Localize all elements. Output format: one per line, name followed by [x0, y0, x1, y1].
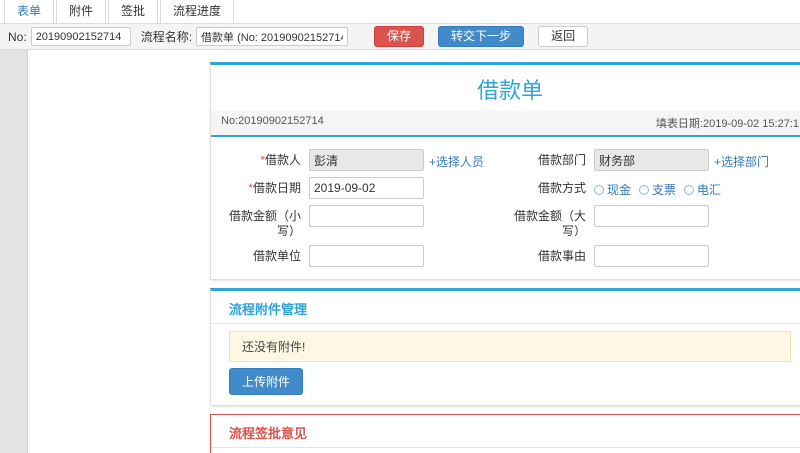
process-name-input[interactable]: [196, 27, 349, 46]
loan-date-label: *借款日期: [225, 177, 301, 196]
tab-progress[interactable]: 流程进度: [160, 0, 235, 23]
field-borrower: *借款人 +选择人员: [225, 149, 510, 171]
divider: [211, 323, 800, 324]
form-row: *借款人 +选择人员 借款部门 +选择部门: [225, 149, 795, 171]
loan-reason-label: 借款事由: [537, 249, 586, 263]
divider: [211, 447, 800, 448]
field-amount-lower: 借款金额（小写）: [225, 205, 510, 239]
field-loan-reason: 借款事由: [510, 245, 795, 267]
radio-label: 现金: [607, 183, 632, 197]
no-label: No:: [8, 29, 27, 44]
loan-method-label: 借款方式: [537, 181, 586, 195]
tab-attachments[interactable]: 附件: [56, 0, 107, 23]
loan-unit-input[interactable]: [309, 245, 424, 267]
approval-section-title: 流程签批意见: [229, 426, 308, 441]
loan-unit-label: 借款单位: [252, 249, 301, 263]
department-input[interactable]: [594, 149, 709, 171]
field-department: 借款部门 +选择部门: [510, 149, 795, 171]
upload-attachment-button[interactable]: 上传附件: [229, 368, 304, 395]
field-label: 借款人: [264, 153, 301, 167]
form-number: No:20190902152714: [221, 115, 324, 127]
page-title: 借款单: [476, 78, 543, 103]
no-input[interactable]: [30, 27, 131, 46]
radio-icon: [684, 184, 695, 195]
process-name-label: 流程名称:: [140, 30, 193, 44]
loan-reason-input[interactable]: [594, 245, 709, 267]
back-button[interactable]: 返回: [538, 25, 589, 48]
action-toolbar: No: 流程名称: 保存 转交下一步 返回: [0, 24, 800, 50]
radio-label: 支票: [652, 183, 677, 197]
main-column: 借款单 No:20190902152714 填表日期:2019-09-02 15…: [210, 62, 800, 453]
tab-approval[interactable]: 签批: [108, 0, 159, 23]
form-row: 借款单位 借款事由: [225, 245, 795, 267]
attachment-section-title: 流程附件管理: [229, 302, 308, 317]
borrower-label: *借款人: [225, 149, 301, 168]
field-loan-unit: 借款单位: [225, 245, 510, 267]
radio-wire[interactable]: 电汇: [684, 181, 721, 198]
content-area: 借款单 No:20190902152714 填表日期:2019-09-02 15…: [0, 50, 800, 453]
radio-icon: [639, 184, 650, 195]
radio-cheque[interactable]: 支票: [639, 181, 676, 198]
radio-icon: [594, 184, 604, 195]
select-department-link[interactable]: +选择部门: [714, 149, 769, 170]
field-label: 借款日期: [252, 181, 301, 195]
tab-bar: 表单 附件 签批 流程进度: [0, 0, 800, 24]
field-amount-upper: 借款金额（大写）: [510, 205, 795, 239]
page: 表单 附件 签批 流程进度 No: 流程名称: 保存 转交下一步 返回 借款单 …: [0, 0, 800, 453]
radio-label: 电汇: [697, 183, 722, 197]
loan-date-input[interactable]: [309, 177, 424, 199]
amount-lower-label: 借款金额（小写）: [228, 209, 301, 238]
select-person-link[interactable]: +选择人员: [429, 149, 484, 170]
amount-upper-input[interactable]: [594, 205, 709, 227]
radio-cash[interactable]: 现金: [594, 181, 631, 198]
left-sidebar-strip: [0, 50, 28, 453]
loan-form-panel: 借款单 No:20190902152714 填表日期:2019-09-02 15…: [210, 62, 800, 280]
form-row: *借款日期 借款方式 现金 支票 电汇: [225, 177, 795, 199]
form-row: 借款金额（小写） 借款金额（大写）: [225, 205, 795, 239]
form-subheader: No:20190902152714 填表日期:2019-09-02 15:27:…: [211, 111, 800, 135]
form-grid: *借款人 +选择人员 借款部门 +选择部门 *借款日期: [211, 137, 800, 279]
save-button[interactable]: 保存: [374, 25, 425, 48]
tab-form[interactable]: 表单: [4, 0, 55, 23]
borrower-input[interactable]: [309, 149, 424, 171]
field-loan-method: 借款方式 现金 支票 电汇: [510, 177, 795, 199]
amount-upper-label: 借款金额（大写）: [513, 209, 586, 238]
field-loan-date: *借款日期: [225, 177, 510, 199]
form-fill-date: 填表日期:2019-09-02 15:27:1: [655, 118, 799, 130]
no-attachments-notice: 还没有附件!: [229, 331, 791, 362]
department-label: 借款部门: [537, 153, 586, 167]
amount-lower-input[interactable]: [309, 205, 424, 227]
attachment-panel: 流程附件管理 还没有附件! 上传附件: [210, 288, 800, 406]
loan-method-options: 现金 支票 电汇: [594, 177, 721, 198]
next-step-button[interactable]: 转交下一步: [438, 25, 525, 48]
approval-panel: 流程签批意见 B I abc A A ⚑: [210, 414, 800, 453]
